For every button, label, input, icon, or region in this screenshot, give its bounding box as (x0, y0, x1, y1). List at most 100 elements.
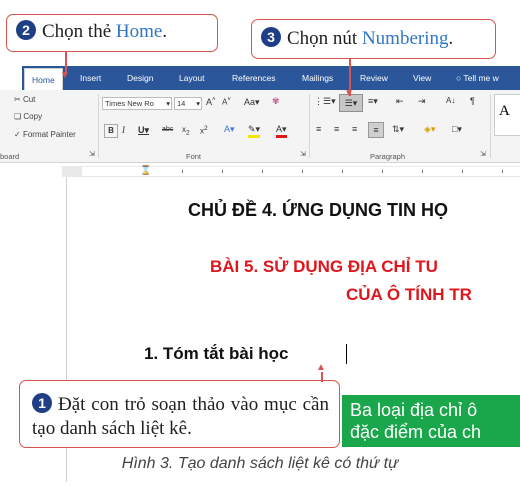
cut-label: Cut (22, 95, 36, 104)
strikethrough-button[interactable]: abc (162, 126, 173, 133)
callout-3-prefix: Chọn nút (287, 28, 362, 49)
ruler-tick (182, 170, 183, 173)
font-color-icon[interactable]: A▾ (276, 124, 287, 138)
font-group-label: Font (186, 152, 202, 161)
sort-icon[interactable]: A↓ (446, 96, 455, 105)
indent-marker-icon[interactable]: ⌛ (140, 165, 151, 176)
copy-icon: ❏ (14, 112, 22, 121)
ruler-tick (462, 170, 463, 173)
ruler-tick (382, 170, 383, 173)
callout-2-highlight: Home (115, 21, 163, 42)
callout-choose-home-tab: 2 Chọn thẻ Home. (6, 14, 218, 52)
text-cursor (346, 344, 347, 364)
align-left-icon[interactable]: ≡ (316, 124, 321, 134)
bold-button[interactable]: B (104, 124, 118, 138)
clipboard-group-label: board (0, 152, 20, 161)
tell-me-label: Tell me w (463, 73, 499, 83)
callout-3-suffix: . (448, 28, 454, 49)
font-size-value: 14 (177, 99, 186, 108)
line-spacing-icon[interactable]: ⇅▾ (392, 124, 404, 135)
ruler-tick (222, 170, 223, 173)
callout-1-text: Đặt con trỏ soạn thảo vào mục cần tạo da… (32, 394, 329, 439)
clear-formatting-icon[interactable]: ✾ (272, 96, 280, 107)
callout-2-suffix: . (162, 21, 168, 42)
change-case-icon[interactable]: Aa▾ (244, 97, 260, 108)
copy-label: Copy (23, 112, 43, 121)
tab-mailings[interactable]: Mailings (302, 66, 333, 90)
show-marks-icon[interactable]: ¶ (470, 96, 475, 106)
format-painter-button[interactable]: ✓ Format Painter (14, 130, 76, 139)
tab-layout[interactable]: Layout (179, 66, 205, 90)
tab-design[interactable]: Design (127, 66, 153, 90)
ribbon-tab-bar: Home Insert Design Layout References Mai… (22, 66, 520, 91)
green-box-line2: đặc điểm của ch (350, 422, 482, 442)
ruler-tick (502, 170, 503, 173)
home-ribbon: ✂ Cut ❏ Copy ✓ Format Painter board ⇲ Ti… (0, 90, 520, 163)
decrease-indent-icon[interactable]: ⇤ (396, 96, 404, 107)
justify-icon[interactable]: ≡ (368, 122, 384, 138)
arrow-up-icon: ▲ (316, 362, 326, 373)
borders-icon[interactable]: □▾ (452, 124, 462, 135)
ruler-tick (302, 170, 303, 173)
align-right-icon[interactable]: ≡ (352, 124, 357, 134)
subscript-button[interactable]: x2 (182, 125, 190, 137)
font-name-value: Times New Ro (105, 99, 154, 108)
grow-font-icon[interactable]: A˄ (206, 97, 216, 107)
copy-button[interactable]: ❏ Copy (14, 112, 42, 121)
multilevel-list-icon[interactable]: ≡▾ (368, 96, 378, 107)
tab-review[interactable]: Review (360, 66, 388, 90)
document-lesson-title-line2: CỦA Ô TÍNH TR (346, 285, 472, 304)
scissors-icon: ✂ (14, 95, 21, 104)
styles-gallery[interactable]: A (494, 94, 520, 136)
callout-3-highlight: Numbering (361, 28, 449, 49)
increase-indent-icon[interactable]: ⇥ (418, 96, 426, 107)
clipboard-launcher-icon[interactable]: ⇲ (89, 150, 95, 158)
guide-line-cursor (321, 372, 323, 382)
format-painter-label: Format Painter (22, 130, 76, 139)
ruler-tick (342, 170, 343, 173)
arrow-down-icon: ▼ (60, 70, 70, 81)
callout-2-prefix: Chọn thẻ (42, 21, 116, 42)
ribbon-separator (98, 94, 99, 158)
shading-icon[interactable]: ◈▾ (424, 124, 435, 135)
underline-button[interactable]: U▾ (138, 125, 149, 136)
step-2-badge: 2 (16, 20, 36, 40)
font-size-select[interactable]: 14 ▾ (174, 97, 202, 110)
tab-references[interactable]: References (232, 66, 275, 90)
align-center-icon[interactable]: ≡ (334, 124, 339, 134)
ruler[interactable]: ⌛ (62, 165, 520, 177)
highlight-icon[interactable]: ✎▾ (248, 124, 261, 138)
lightbulb-icon: ○ (456, 73, 462, 83)
figure-caption: Hình 3. Tạo danh sách liệt kê có thứ tự (121, 455, 399, 472)
style-preview: A (499, 103, 510, 119)
ruler-tick (262, 170, 263, 173)
ribbon-separator (309, 94, 310, 158)
cut-button[interactable]: ✂ Cut (14, 95, 35, 104)
chevron-down-icon: ▾ (166, 99, 170, 108)
document-section-heading[interactable]: 1. Tóm tắt bài học (144, 344, 289, 364)
text-effects-icon[interactable]: A▾ (224, 124, 235, 135)
paragraph-group-label: Paragraph (370, 152, 406, 161)
paragraph-launcher-icon[interactable]: ⇲ (480, 150, 486, 158)
tab-view[interactable]: View (413, 66, 431, 90)
green-box-line1: Ba loại địa chỉ ô (350, 400, 478, 420)
callout-choose-numbering-button: 3 Chọn nút Numbering. (251, 19, 496, 59)
tell-me-box[interactable]: ○ Tell me w (456, 66, 499, 90)
document-topic-title: CHỦ ĐỀ 4. ỨNG DỤNG TIN HỌ (188, 200, 448, 220)
bullets-icon[interactable]: ⋮☰▾ (314, 96, 336, 107)
shrink-font-icon[interactable]: A˅ (222, 97, 231, 107)
ruler-tick (422, 170, 423, 173)
font-name-select[interactable]: Times New Ro ▾ (102, 97, 172, 110)
superscript-button[interactable]: x2 (200, 125, 208, 136)
chevron-down-icon: ▾ (196, 99, 200, 108)
font-launcher-icon[interactable]: ⇲ (300, 150, 306, 158)
arrow-down-icon: ▼ (344, 88, 354, 99)
callout-place-cursor: 1 Đặt con trỏ soạn thảo vào mục cần tạo d… (19, 380, 340, 448)
paintbrush-icon: ✓ (14, 130, 21, 139)
italic-button[interactable]: I (122, 125, 125, 135)
step-3-badge: 3 (261, 27, 281, 47)
tab-home[interactable]: Home (24, 68, 63, 91)
tab-insert[interactable]: Insert (80, 66, 101, 90)
document-lesson-title-line1: BÀI 5. SỬ DỤNG ĐỊA CHỈ TU (210, 257, 438, 276)
green-content-box: Ba loại địa chỉ ô đặc điểm của ch (342, 395, 520, 447)
